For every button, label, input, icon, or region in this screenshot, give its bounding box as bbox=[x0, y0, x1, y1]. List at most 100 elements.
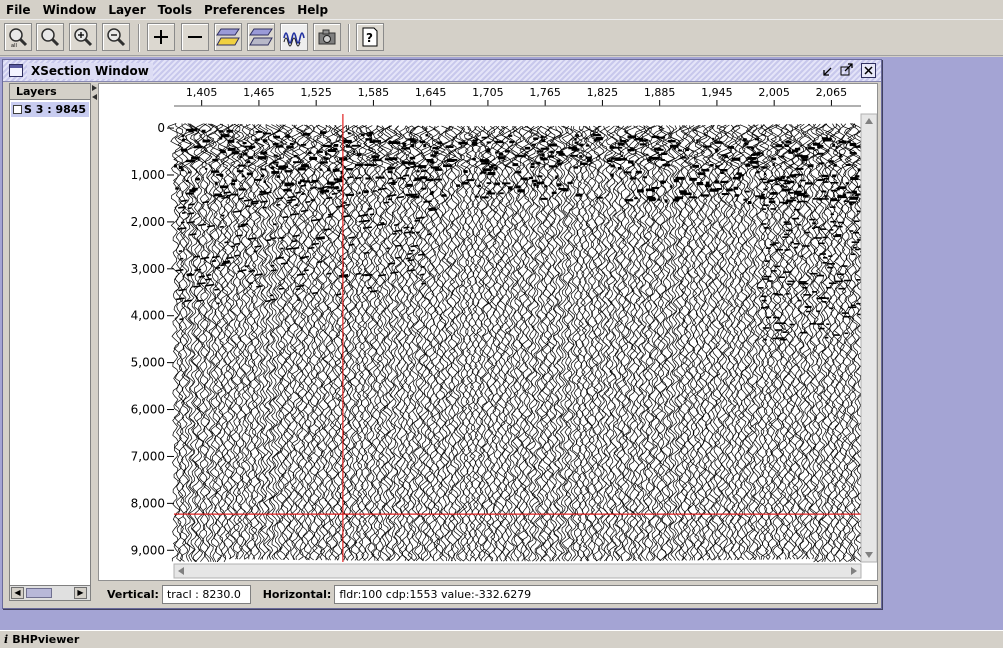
reflector-event bbox=[821, 198, 829, 200]
reflector-event bbox=[610, 173, 614, 177]
reflector-event bbox=[557, 162, 562, 166]
reflector-event bbox=[387, 195, 390, 198]
reflector-event bbox=[479, 172, 482, 175]
reflector-event bbox=[805, 182, 813, 185]
reflector-event bbox=[822, 181, 829, 183]
menu-layer[interactable]: Layer bbox=[102, 0, 151, 20]
taskbar-app-item[interactable]: i BHPviewer bbox=[4, 632, 79, 648]
reflector-event bbox=[800, 282, 809, 285]
reflector-event bbox=[554, 177, 558, 179]
reflector-event bbox=[827, 263, 836, 265]
reflector-event bbox=[406, 183, 413, 187]
layer-visibility-checkbox[interactable] bbox=[13, 105, 22, 114]
add-button[interactable] bbox=[147, 23, 175, 51]
reflector-event bbox=[800, 255, 804, 258]
reflector-event bbox=[770, 208, 777, 210]
menu-file[interactable]: File bbox=[0, 0, 37, 20]
menu-help[interactable]: Help bbox=[291, 0, 334, 20]
reflector-event bbox=[702, 145, 712, 148]
reflector-event bbox=[818, 197, 823, 201]
reflector-event bbox=[677, 149, 683, 152]
splitter-arrows-icon[interactable] bbox=[91, 83, 98, 103]
reflector-event bbox=[775, 144, 783, 148]
y-tick-label: 4,000 bbox=[131, 309, 165, 323]
zoom-button[interactable] bbox=[36, 23, 64, 51]
reflector-event bbox=[822, 256, 828, 259]
reflector-event bbox=[495, 151, 499, 154]
reflector-event bbox=[784, 233, 789, 236]
layer-yellow-button[interactable] bbox=[214, 23, 242, 51]
reflector-event bbox=[293, 154, 298, 158]
layer-gray-button[interactable] bbox=[247, 23, 275, 51]
scroll-right-arrow-icon[interactable]: ▶ bbox=[74, 587, 87, 599]
reflector-event bbox=[812, 222, 817, 224]
scroll-thumb[interactable] bbox=[26, 588, 52, 598]
reflector-event bbox=[242, 141, 247, 145]
reflector-event bbox=[762, 278, 768, 280]
menu-preferences[interactable]: Preferences bbox=[198, 0, 291, 20]
zoom-in-button[interactable] bbox=[69, 23, 97, 51]
snapshot-button[interactable] bbox=[313, 23, 341, 51]
reflector-event bbox=[216, 173, 224, 176]
reflector-event bbox=[617, 142, 625, 146]
zoom-out-button[interactable] bbox=[102, 23, 130, 51]
reflector-event bbox=[768, 200, 776, 204]
remove-button[interactable] bbox=[181, 23, 209, 51]
horizontal-scrollbar[interactable] bbox=[173, 563, 862, 579]
reflector-event bbox=[185, 180, 189, 182]
zoom-all-button[interactable]: all bbox=[4, 23, 32, 51]
reflector-event bbox=[784, 223, 792, 225]
reflector-event bbox=[363, 190, 369, 194]
reflector-event bbox=[837, 225, 843, 228]
reflector-event bbox=[786, 181, 791, 184]
reflector-event bbox=[673, 179, 676, 182]
reflector-event bbox=[837, 221, 845, 224]
x-tick-label: 1,465 bbox=[243, 86, 275, 99]
close-button[interactable] bbox=[861, 63, 876, 78]
reflector-event bbox=[744, 142, 749, 146]
panel-splitter[interactable] bbox=[91, 83, 98, 601]
reflector-event bbox=[637, 189, 644, 193]
reflector-event bbox=[747, 201, 751, 205]
reflector-event bbox=[652, 156, 660, 160]
y-tick-label: 0 bbox=[157, 121, 165, 135]
seismic-section-svg[interactable]: 1,405 1,465 1,525 1,585 1,645 1,705 1,765 1,825… bbox=[99, 84, 878, 580]
reflector-event bbox=[540, 135, 544, 139]
menu-window[interactable]: Window bbox=[37, 0, 103, 20]
reflector-event bbox=[371, 155, 379, 159]
window-titlebar[interactable]: XSection Window bbox=[3, 60, 881, 82]
reflector-event bbox=[191, 156, 200, 160]
seismic-plot-area[interactable]: 1,405 1,465 1,525 1,585 1,645 1,705 1,765 1,825… bbox=[98, 83, 878, 581]
reflector-event bbox=[320, 161, 328, 164]
reflector-event bbox=[551, 191, 557, 195]
reflector-event bbox=[471, 142, 478, 146]
x-tick-label: 1,705 bbox=[472, 86, 504, 99]
reflector-event bbox=[624, 199, 634, 202]
reflector-event bbox=[845, 163, 851, 166]
reflector-event bbox=[433, 178, 443, 181]
reflector-event bbox=[647, 196, 656, 200]
wiggle-trace-button[interactable] bbox=[280, 23, 308, 51]
reflector-event bbox=[793, 208, 800, 211]
reflector-event bbox=[832, 143, 836, 147]
reflector-event bbox=[674, 196, 684, 200]
help-button[interactable]: ? bbox=[356, 23, 384, 51]
layer-item[interactable]: S 3 : 9845 bbox=[11, 102, 89, 117]
reflector-event bbox=[763, 275, 772, 278]
reflector-event bbox=[297, 167, 306, 171]
reflector-event bbox=[202, 139, 211, 143]
maximize-button[interactable] bbox=[839, 63, 854, 78]
reflector-event bbox=[780, 155, 785, 158]
menu-tools[interactable]: Tools bbox=[152, 0, 198, 20]
reflector-event bbox=[417, 170, 420, 173]
reflector-event bbox=[813, 226, 821, 228]
reflector-event bbox=[617, 166, 622, 170]
reflector-event bbox=[214, 193, 222, 196]
layers-horizontal-scrollbar[interactable]: ◀ ▶ bbox=[10, 585, 90, 600]
reflector-event bbox=[761, 299, 767, 302]
reflector-event bbox=[774, 183, 780, 186]
minimize-button[interactable] bbox=[821, 63, 836, 78]
reflector-event bbox=[550, 150, 554, 154]
vertical-scrollbar[interactable] bbox=[860, 113, 878, 563]
scroll-left-arrow-icon[interactable]: ◀ bbox=[11, 587, 24, 599]
